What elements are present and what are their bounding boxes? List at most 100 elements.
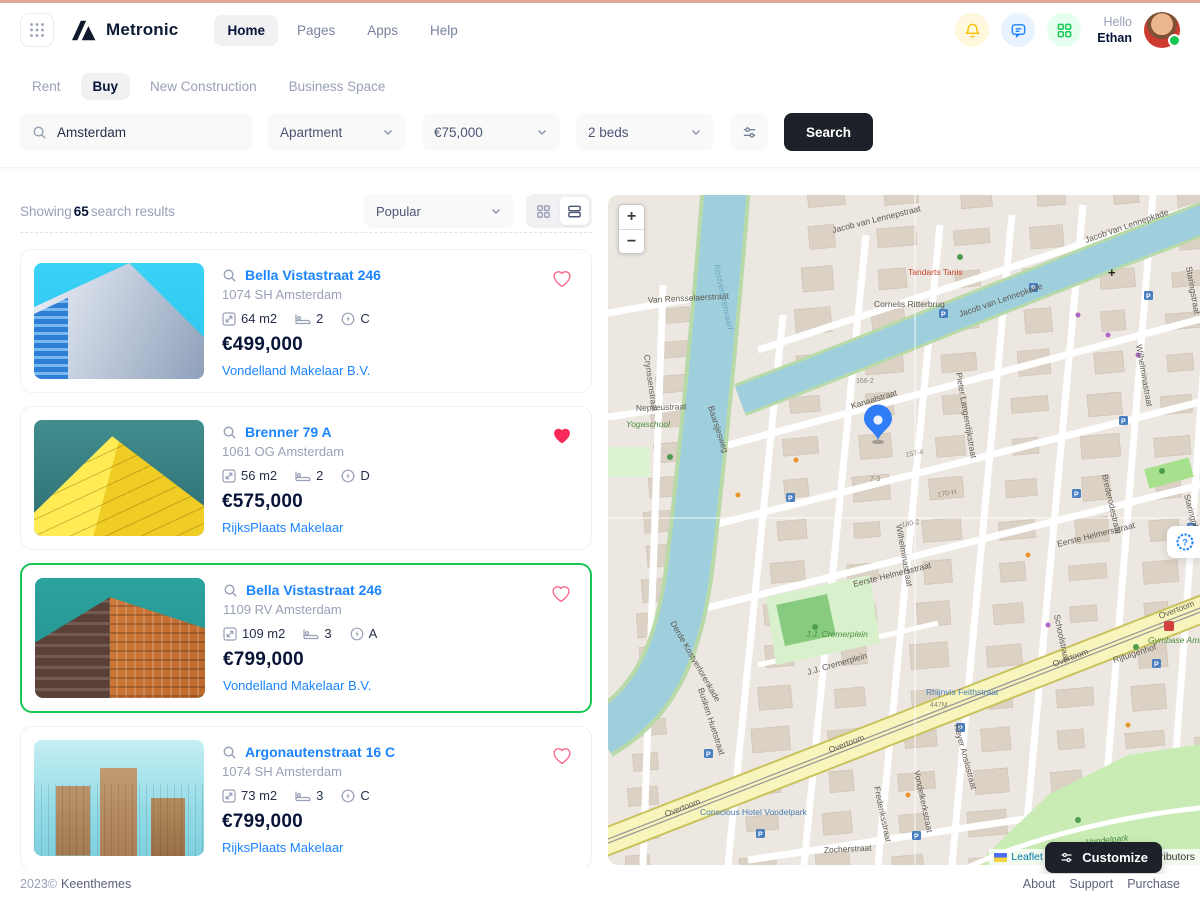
- sort-select[interactable]: Popular: [364, 194, 514, 228]
- bell-icon: [964, 22, 981, 39]
- listing-agency-link[interactable]: Vondelland Makelaar B.V.: [223, 678, 371, 693]
- location-input[interactable]: [55, 124, 240, 141]
- customize-button[interactable]: Customize: [1045, 842, 1162, 873]
- search-icon: [222, 745, 237, 760]
- svg-text:Cornelis Ritterbrug: Cornelis Ritterbrug: [874, 299, 945, 309]
- search-button[interactable]: Search: [784, 113, 873, 151]
- listing-agency-link[interactable]: Vondelland Makelaar B.V.: [222, 363, 370, 378]
- listing-energy: A: [369, 626, 378, 641]
- listing-energy: C: [360, 311, 369, 326]
- nav-item-pages[interactable]: Pages: [284, 15, 348, 46]
- chevron-down-icon: [490, 205, 502, 217]
- tab-rent[interactable]: Rent: [20, 73, 73, 100]
- nav-item-help[interactable]: Help: [417, 15, 471, 46]
- search-filter-bar: Rent Buy New Construction Business Space…: [0, 57, 1200, 168]
- help-floating-button[interactable]: ?: [1167, 526, 1200, 558]
- user-greeting: Hello Ethan: [1097, 14, 1132, 47]
- listing-title-link[interactable]: Bella Vistastraat 246: [245, 267, 381, 283]
- svg-text:P: P: [1146, 294, 1151, 301]
- zoom-in-button[interactable]: +: [619, 205, 644, 229]
- greeting-name: Ethan: [1097, 30, 1132, 46]
- energy-label-icon: [341, 789, 355, 803]
- footer-link-support[interactable]: Support: [1069, 877, 1113, 891]
- listing-details: Argonautenstraat 16 C 1074 SH Amsterdam …: [222, 740, 578, 856]
- results-count: 65: [72, 204, 91, 219]
- listing-address: 1074 SH Amsterdam: [222, 764, 578, 779]
- listing-title-link[interactable]: Argonautenstraat 16 C: [245, 744, 395, 760]
- tab-new-construction[interactable]: New Construction: [138, 73, 269, 100]
- property-type-select[interactable]: Apartment: [268, 113, 406, 151]
- area-icon: [223, 627, 237, 641]
- app-launcher-button[interactable]: [20, 13, 54, 47]
- area-icon: [222, 312, 236, 326]
- bed-icon: [295, 312, 311, 325]
- favorite-button[interactable]: [550, 744, 574, 770]
- listing-card[interactable]: Brenner 79 A 1061 OG Amsterdam 56 m2 2: [20, 406, 592, 550]
- svg-text:7-3: 7-3: [870, 476, 880, 483]
- listing-details: Brenner 79 A 1061 OG Amsterdam 56 m2 2: [222, 420, 578, 536]
- apps-quicklinks-button[interactable]: [1047, 13, 1081, 47]
- energy-label-icon: [350, 627, 364, 641]
- svg-text:166-2: 166-2: [856, 378, 874, 385]
- svg-text:P: P: [1074, 492, 1079, 499]
- listing-type-tabs: Rent Buy New Construction Business Space: [20, 73, 1180, 99]
- energy-label-icon: [341, 312, 355, 326]
- svg-text:P: P: [914, 834, 919, 841]
- company-link[interactable]: Keenthemes: [61, 877, 131, 891]
- listing-title-link[interactable]: Bella Vistastraat 246: [246, 582, 382, 598]
- chevron-down-icon: [382, 126, 394, 138]
- listing-meta: 56 m2 2 D: [222, 468, 578, 483]
- listing-energy: D: [360, 468, 369, 483]
- divider: [20, 232, 592, 233]
- zoom-out-button[interactable]: −: [619, 229, 644, 253]
- favorite-button[interactable]: [550, 424, 574, 450]
- listing-card[interactable]: Argonautenstraat 16 C 1074 SH Amsterdam …: [20, 726, 592, 870]
- chevron-down-icon: [536, 126, 548, 138]
- listing-card[interactable]: Bella Vistastraat 246 1109 RV Amsterdam …: [20, 563, 592, 713]
- header-actions: Hello Ethan: [955, 12, 1180, 48]
- listing-meta: 73 m2 3 C: [222, 788, 578, 803]
- listing-card[interactable]: Bella Vistastraat 246 1074 SH Amsterdam …: [20, 249, 592, 393]
- view-toggle: [526, 194, 592, 228]
- listing-agency-link[interactable]: RijksPlaats Makelaar: [222, 520, 343, 535]
- chevron-down-icon: [690, 126, 702, 138]
- sort-value: Popular: [376, 204, 421, 219]
- heart-icon: [552, 426, 572, 445]
- filter-controls: Apartment €75,000 2 beds Search: [20, 113, 1180, 151]
- listing-agency-link[interactable]: RijksPlaats Makelaar: [222, 840, 343, 855]
- nav-item-apps[interactable]: Apps: [354, 15, 411, 46]
- list-view-icon: [567, 204, 582, 219]
- location-searchbox[interactable]: [20, 113, 252, 151]
- footer-link-purchase[interactable]: Purchase: [1127, 877, 1180, 891]
- leaflet-link[interactable]: Leaflet: [1011, 851, 1043, 863]
- svg-text:?: ?: [1182, 538, 1188, 548]
- search-icon: [222, 425, 237, 440]
- user-avatar[interactable]: [1144, 12, 1180, 48]
- footer-link-about[interactable]: About: [1023, 877, 1056, 891]
- advanced-filters-button[interactable]: [730, 113, 768, 151]
- greeting-hello: Hello: [1097, 14, 1132, 30]
- search-icon: [223, 583, 238, 598]
- tab-business-space[interactable]: Business Space: [277, 73, 398, 100]
- grid-view-button[interactable]: [529, 197, 558, 225]
- messages-button[interactable]: [1001, 13, 1035, 47]
- listing-area: 109 m2: [242, 626, 285, 641]
- energy-label-icon: [341, 469, 355, 483]
- listing-address: 1061 OG Amsterdam: [222, 444, 578, 459]
- notifications-button[interactable]: [955, 13, 989, 47]
- favorite-button[interactable]: [550, 267, 574, 293]
- tab-buy[interactable]: Buy: [81, 73, 131, 100]
- brand-name: Metronic: [106, 20, 178, 40]
- header: Metronic Home Pages Apps Help: [0, 3, 1200, 57]
- listing-title-link[interactable]: Brenner 79 A: [245, 424, 332, 440]
- favorite-button[interactable]: [549, 582, 573, 608]
- brand-logo[interactable]: Metronic: [70, 19, 178, 42]
- listing-details: Bella Vistastraat 246 1074 SH Amsterdam …: [222, 263, 578, 379]
- nav-item-home[interactable]: Home: [214, 15, 278, 46]
- map-zoom-control: + −: [618, 204, 645, 254]
- map-canvas[interactable]: PPP PPP PPP PPP: [608, 195, 1200, 865]
- list-view-button[interactable]: [560, 197, 589, 225]
- beds-select[interactable]: 2 beds: [576, 113, 714, 151]
- price-select[interactable]: €75,000: [422, 113, 560, 151]
- listing-price: €499,000: [222, 334, 578, 356]
